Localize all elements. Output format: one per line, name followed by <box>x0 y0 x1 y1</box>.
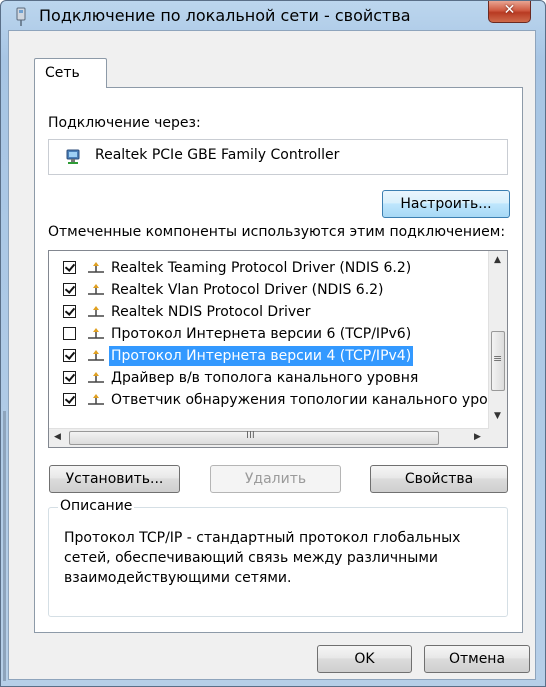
component-label: Realtek Teaming Protocol Driver (NDIS 6.… <box>111 260 412 276</box>
vertical-scrollbar[interactable]: ▲ ≡ ▼ <box>488 251 507 429</box>
list-item[interactable]: Драйвер в/в тополога канального уровня <box>49 367 487 389</box>
list-item[interactable]: Realtek NDIS Protocol Driver <box>49 301 487 323</box>
component-label: Ответчик обнаружения топологии канальног… <box>111 392 496 408</box>
component-checkbox[interactable] <box>63 261 76 274</box>
tab-network[interactable]: Сеть <box>34 58 107 88</box>
install-button[interactable]: Установить... <box>49 465 180 493</box>
vertical-scroll-thumb[interactable]: ≡ <box>491 331 505 391</box>
grip-icon: III <box>246 430 255 441</box>
window-border <box>3 411 6 681</box>
grip-icon: ≡ <box>493 352 503 365</box>
component-label: Протокол Интернета версии 4 (TCP/IPv4) <box>109 346 414 366</box>
component-checkbox[interactable] <box>63 349 76 362</box>
list-item[interactable]: Ответчик обнаружения топологии канальног… <box>49 389 496 411</box>
description-text: Протокол TCP/IP - стандартный протокол г… <box>64 530 461 586</box>
component-label: Драйвер в/в тополога канального уровня <box>111 370 419 386</box>
component-checkbox[interactable] <box>63 393 76 406</box>
close-button[interactable]: ✕ <box>488 1 531 23</box>
cancel-button[interactable]: Отмена <box>424 645 530 673</box>
adapter-field: Realtek PCIe GBE Family Controller <box>48 139 508 175</box>
component-checkbox[interactable] <box>63 283 76 296</box>
scroll-down-icon[interactable]: ▼ <box>494 411 501 421</box>
scroll-up-icon[interactable]: ▲ <box>494 255 501 265</box>
network-protocol-icon <box>88 372 104 383</box>
network-protocol-icon <box>88 350 104 361</box>
network-adapter-icon <box>66 149 80 164</box>
component-label: Realtek NDIS Protocol Driver <box>111 304 311 320</box>
tab-label: Сеть <box>45 65 80 81</box>
ok-button[interactable]: OK <box>317 645 412 673</box>
list-item[interactable]: Протокол Интернета версии 6 (TCP/IPv6) <box>49 323 487 345</box>
component-label: Протокол Интернета версии 6 (TCP/IPv6) <box>111 326 412 342</box>
description-title: Описание <box>58 498 135 514</box>
scroll-left-icon[interactable]: ◀ <box>54 432 61 442</box>
horizontal-scroll-thumb[interactable]: III <box>69 430 439 445</box>
scroll-right-icon[interactable]: ▶ <box>474 432 481 442</box>
components-label: Отмеченные компоненты используются этим … <box>48 224 506 240</box>
horizontal-scrollbar[interactable]: ◀ III ▶ <box>49 428 489 447</box>
component-label: Realtek Vlan Protocol Driver (NDIS 6.2) <box>111 282 384 298</box>
component-checkbox[interactable] <box>63 371 76 384</box>
network-protocol-icon <box>88 306 104 317</box>
uninstall-button[interactable]: Удалить <box>210 465 341 493</box>
configure-button[interactable]: Настроить... <box>382 190 510 218</box>
list-item[interactable]: Realtek Vlan Protocol Driver (NDIS 6.2) <box>49 279 487 301</box>
list-item-selected[interactable]: Протокол Интернета версии 4 (TCP/IPv4) <box>49 345 487 367</box>
network-protocol-icon <box>88 262 104 273</box>
network-protocol-icon <box>88 284 104 295</box>
network-protocol-icon <box>88 394 104 405</box>
scroll-corner <box>489 429 507 447</box>
window-title: Подключение по локальной сети - свойства <box>39 6 411 25</box>
network-protocol-icon <box>88 328 104 339</box>
network-connection-icon <box>16 7 26 26</box>
close-icon: ✕ <box>503 2 516 18</box>
title-bar[interactable]: Подключение по локальной сети - свойства… <box>1 1 545 31</box>
connect-using-label: Подключение через: <box>48 115 201 131</box>
properties-button[interactable]: Свойства <box>370 465 508 493</box>
list-item[interactable]: Realtek Teaming Protocol Driver (NDIS 6.… <box>49 257 487 279</box>
component-checkbox[interactable] <box>63 305 76 318</box>
components-list[interactable]: Realtek Teaming Protocol Driver (NDIS 6.… <box>48 250 508 448</box>
component-checkbox[interactable] <box>63 327 76 340</box>
adapter-name: Realtek PCIe GBE Family Controller <box>95 147 340 163</box>
